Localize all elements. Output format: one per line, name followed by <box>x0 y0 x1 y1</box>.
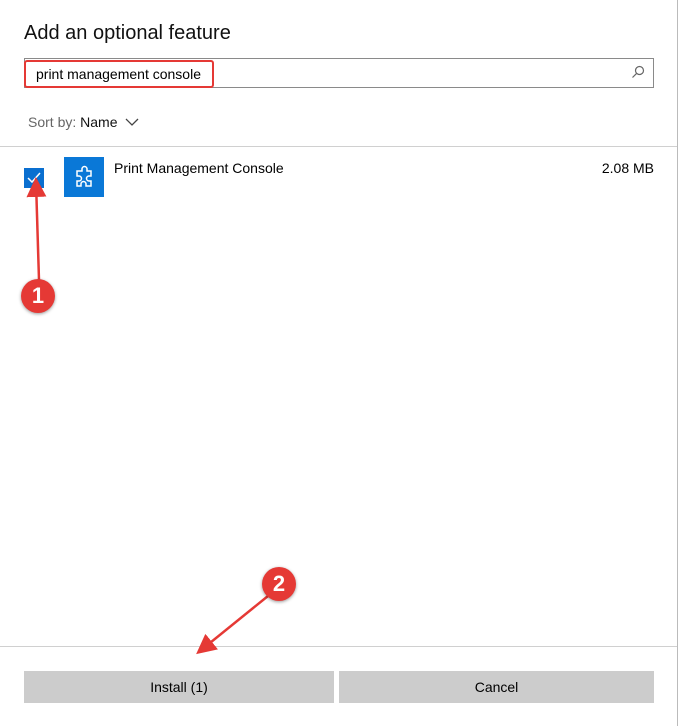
arrow-2 <box>196 595 269 655</box>
annotation-badge-2: 2 <box>262 567 296 601</box>
arrow-1 <box>26 177 47 281</box>
annotation-badge-1: 1 <box>21 279 55 313</box>
annotation-arrows <box>26 177 269 655</box>
